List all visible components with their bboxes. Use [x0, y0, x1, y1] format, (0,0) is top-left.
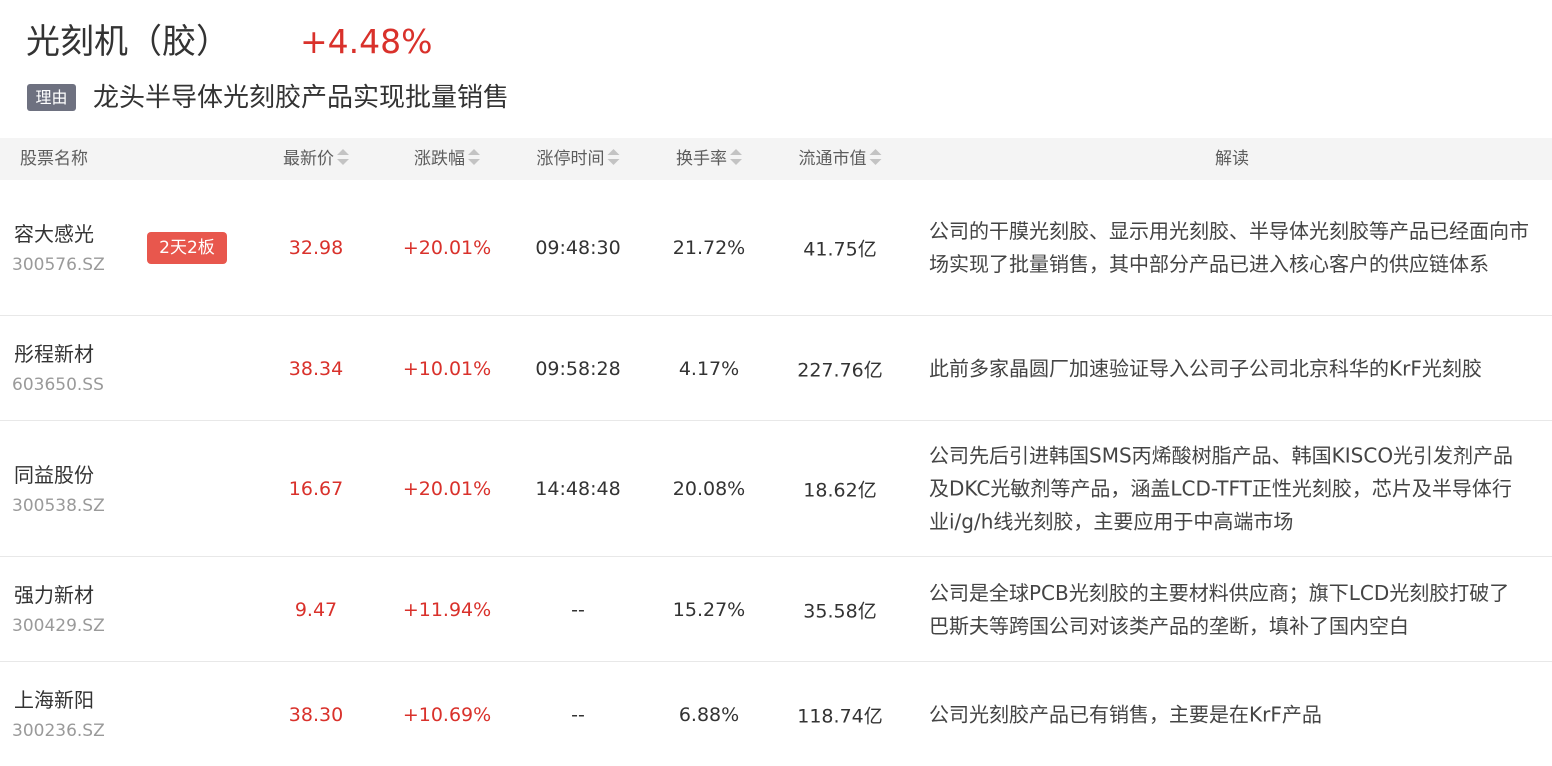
sort-arrows-icon[interactable]: [869, 149, 882, 165]
limit-time-cell: --: [571, 599, 585, 621]
market-cap-cell: 227.76亿: [797, 359, 883, 382]
price-cell: 16.67: [288, 478, 344, 500]
market-cap-cell: 35.58亿: [803, 600, 877, 623]
stock-name[interactable]: 强力新材: [14, 579, 94, 608]
column-header-turnover[interactable]: 换手率: [676, 138, 742, 180]
column-header-interpretation-label: 解读: [1215, 149, 1249, 169]
column-header-limit-time[interactable]: 涨停时间: [537, 138, 620, 180]
column-header-market-cap-label: 流通市值: [798, 149, 867, 169]
sort-arrows-icon[interactable]: [607, 149, 620, 165]
market-cap-cell: 18.62亿: [803, 479, 877, 502]
table-row[interactable]: 上海新阳 300236.SZ 38.30 +10.69% -- 6.88% 11…: [0, 662, 1552, 766]
limit-time-cell: 09:58:28: [535, 358, 621, 380]
column-header-change-label: 涨跌幅: [414, 149, 465, 169]
table-row[interactable]: 强力新材 300429.SZ 9.47 +11.94% -- 15.27% 35…: [0, 557, 1552, 662]
turnover-cell: 20.08%: [672, 478, 746, 500]
stock-name[interactable]: 容大感光: [14, 218, 94, 247]
stock-table: 股票名称 最新价 涨跌幅 涨停时间 换手率 流通市值 解读 容大感光 30057…: [0, 138, 1552, 766]
table-row[interactable]: 彤程新材 603650.SS 38.34 +10.01% 09:58:28 4.…: [0, 316, 1552, 421]
interpretation-cell: 公司先后引进韩国SMS丙烯酸树脂产品、韩国KISCO光引发剂产品及DKC光敏剂等…: [929, 443, 1514, 534]
sector-header: 光刻机（胶） +4.48% 理由 龙头半导体光刻胶产品实现批量销售: [0, 0, 1552, 130]
change-cell: +10.69%: [402, 704, 492, 726]
column-header-price[interactable]: 最新价: [283, 138, 349, 180]
column-header-market-cap[interactable]: 流通市值: [799, 138, 882, 180]
turnover-cell: 21.72%: [672, 237, 746, 259]
market-cap-cell: 41.75亿: [803, 238, 877, 261]
table-header: 股票名称 最新价 涨跌幅 涨停时间 换手率 流通市值 解读: [0, 138, 1552, 180]
column-header-name-label: 股票名称: [20, 149, 88, 169]
column-header-interpretation: 解读: [1215, 138, 1249, 180]
stock-name[interactable]: 彤程新材: [14, 338, 94, 367]
interpretation-cell: 公司是全球PCB光刻胶的主要材料供应商；旗下LCD光刻胶打破了巴斯夫等跨国公司对…: [929, 581, 1510, 638]
change-cell: +10.01%: [402, 358, 492, 380]
limit-time-cell: 09:48:30: [535, 237, 621, 259]
sort-arrows-icon[interactable]: [337, 149, 349, 165]
limit-streak-badge: 2天2板: [147, 232, 227, 264]
interpretation-cell: 公司光刻胶产品已有销售，主要是在KrF产品: [929, 702, 1322, 727]
change-cell: +20.01%: [402, 237, 492, 259]
stock-code: 300538.SZ: [12, 496, 105, 516]
stock-name[interactable]: 同益股份: [14, 459, 94, 488]
stock-code: 300576.SZ: [12, 255, 105, 275]
price-cell: 9.47: [294, 599, 338, 621]
turnover-cell: 4.17%: [678, 358, 740, 380]
stock-code: 300429.SZ: [12, 616, 105, 636]
price-cell: 38.30: [288, 704, 344, 726]
column-header-turnover-label: 换手率: [676, 149, 727, 169]
stock-name[interactable]: 上海新阳: [14, 684, 94, 713]
price-cell: 32.98: [288, 237, 344, 259]
sort-arrows-icon[interactable]: [730, 149, 742, 165]
sector-title: 光刻机（胶）: [26, 22, 230, 62]
interpretation-cell: 此前多家晶圆厂加速验证导入公司子公司北京科华的KrF光刻胶: [929, 356, 1482, 381]
turnover-cell: 6.88%: [678, 704, 740, 726]
limit-time-cell: --: [571, 704, 585, 726]
sort-arrows-icon[interactable]: [468, 149, 480, 165]
column-header-price-label: 最新价: [283, 149, 334, 169]
stock-code: 300236.SZ: [12, 721, 105, 741]
reason-text: 龙头半导体光刻胶产品实现批量销售: [93, 83, 510, 113]
sector-change: +4.48%: [300, 22, 433, 61]
turnover-cell: 15.27%: [672, 599, 746, 621]
change-cell: +11.94%: [402, 599, 492, 621]
limit-time-cell: 14:48:48: [535, 478, 621, 500]
column-header-change[interactable]: 涨跌幅: [414, 138, 480, 180]
interpretation-cell: 公司的干膜光刻胶、显示用光刻胶、半导体光刻胶等产品已经面向市场实现了批量销售，其…: [929, 219, 1529, 276]
column-header-limit-time-label: 涨停时间: [536, 149, 605, 169]
column-header-name: 股票名称: [20, 138, 88, 180]
stock-code: 603650.SS: [12, 375, 104, 395]
table-row[interactable]: 同益股份 300538.SZ 16.67 +20.01% 14:48:48 20…: [0, 421, 1552, 557]
reason-tag: 理由: [27, 84, 76, 111]
table-row[interactable]: 容大感光 300576.SZ 2天2板 32.98 +20.01% 09:48:…: [0, 180, 1552, 316]
price-cell: 38.34: [288, 358, 344, 380]
market-cap-cell: 118.74亿: [797, 705, 883, 728]
change-cell: +20.01%: [402, 478, 492, 500]
